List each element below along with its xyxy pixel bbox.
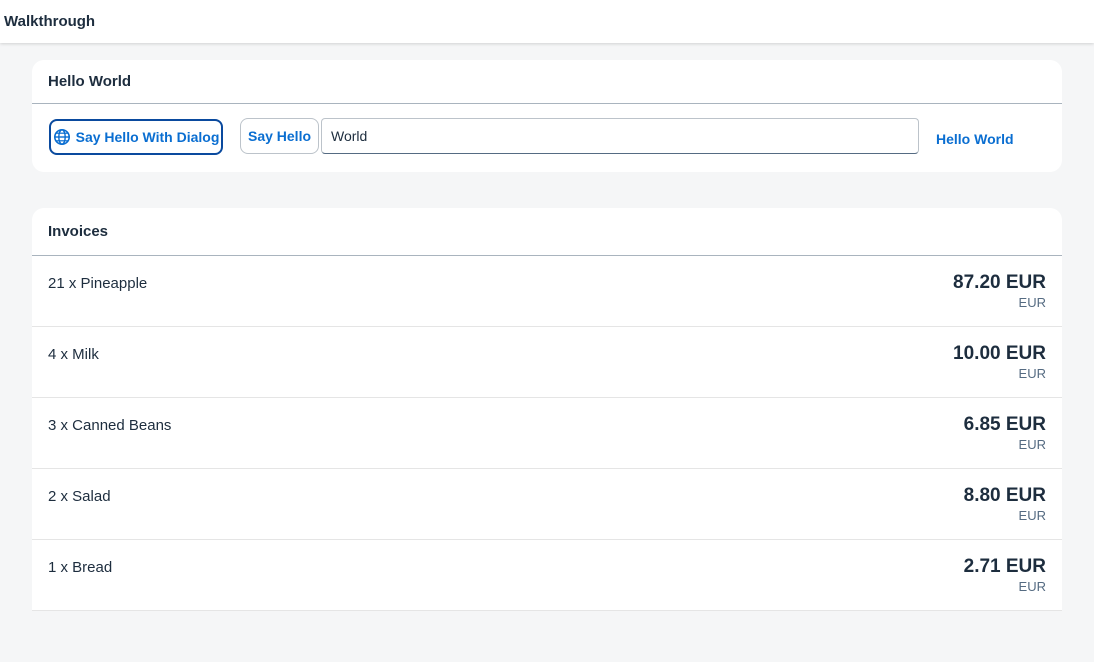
invoice-list-item[interactable]: 1 x Bread 2.71 EUR EUR xyxy=(32,540,1062,611)
invoice-item-unit: EUR xyxy=(1018,366,1046,381)
invoice-item-unit: EUR xyxy=(1018,579,1046,594)
invoice-item-unit: EUR xyxy=(1018,508,1046,523)
invoice-item-unit: EUR xyxy=(1018,295,1046,310)
hello-panel: Hello World Say Hello With Dialog Say He… xyxy=(32,60,1062,172)
invoices-panel: Invoices 21 x Pineapple 87.20 EUR EUR 4 … xyxy=(32,208,1062,611)
greeting-text: Hello World xyxy=(936,131,1014,147)
invoice-item-amount: 87.20 EUR xyxy=(953,272,1046,293)
invoice-list-item[interactable]: 21 x Pineapple 87.20 EUR EUR xyxy=(32,256,1062,327)
name-input[interactable] xyxy=(321,118,919,154)
say-hello-label: Say Hello xyxy=(247,128,312,144)
invoice-list-item[interactable]: 2 x Salad 8.80 EUR EUR xyxy=(32,469,1062,540)
say-hello-button[interactable]: Say Hello xyxy=(240,118,319,154)
invoice-list-item[interactable]: 3 x Canned Beans 6.85 EUR EUR xyxy=(32,398,1062,469)
invoice-item-title: 2 x Salad xyxy=(48,488,111,505)
invoice-item-title: 21 x Pineapple xyxy=(48,275,148,292)
say-hello-with-dialog-button[interactable]: Say Hello With Dialog xyxy=(49,119,223,155)
app-title: Walkthrough xyxy=(4,13,96,30)
invoice-list: 21 x Pineapple 87.20 EUR EUR 4 x Milk 10… xyxy=(32,256,1062,611)
invoices-panel-title: Invoices xyxy=(48,223,109,240)
invoice-item-unit: EUR xyxy=(1018,437,1046,452)
hello-panel-header: Hello World xyxy=(32,60,1062,104)
invoice-item-amount: 10.00 EUR xyxy=(953,343,1046,364)
globe-icon xyxy=(53,128,71,146)
hello-toolbar: Say Hello With Dialog Say Hello Hello Wo… xyxy=(32,104,1062,172)
invoice-list-item[interactable]: 4 x Milk 10.00 EUR EUR xyxy=(32,327,1062,398)
invoice-item-title: 1 x Bread xyxy=(48,559,113,576)
shell-bar: Walkthrough xyxy=(0,0,1094,43)
invoice-item-amount: 2.71 EUR xyxy=(963,556,1046,577)
invoice-item-amount: 6.85 EUR xyxy=(963,414,1046,435)
hello-panel-title: Hello World xyxy=(48,73,132,90)
say-hello-with-dialog-label: Say Hello With Dialog xyxy=(75,129,220,145)
invoice-item-amount: 8.80 EUR xyxy=(963,485,1046,506)
invoices-panel-header: Invoices xyxy=(32,208,1062,256)
invoice-item-title: 3 x Canned Beans xyxy=(48,417,172,434)
invoice-item-title: 4 x Milk xyxy=(48,346,99,363)
